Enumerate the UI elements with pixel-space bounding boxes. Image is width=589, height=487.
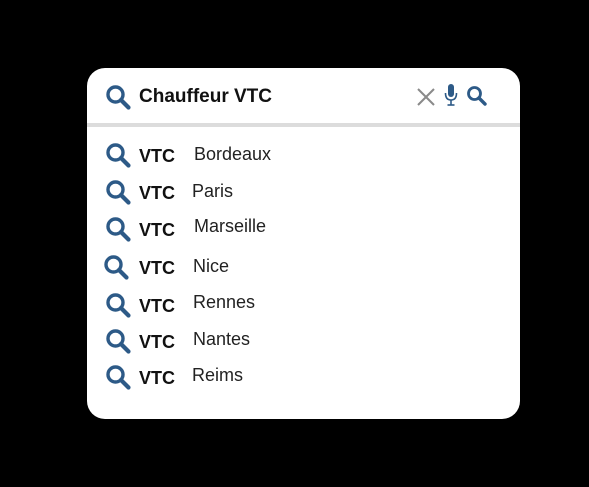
suggestion-prefix: VTC <box>139 296 175 316</box>
suggestion-label: Nice <box>193 256 230 276</box>
suggestion-item[interactable]: VTC Rennes <box>87 288 520 322</box>
suggestion-label: Reims <box>192 365 244 385</box>
suggestion-prefix: VTC <box>139 220 175 240</box>
suggestion-prefix: VTC <box>139 146 175 166</box>
suggestion-prefix: VTC <box>139 332 175 352</box>
search-icon <box>106 85 131 110</box>
suggestion-item[interactable]: VTC Reims <box>87 360 520 394</box>
suggestion-label: Bordeaux <box>194 144 272 164</box>
suggestion-prefix: VTC <box>139 368 175 388</box>
suggestion-label: Rennes <box>193 292 256 312</box>
search-submit-icon[interactable] <box>466 85 487 106</box>
microphone-icon[interactable] <box>444 83 458 107</box>
suggestion-label: Marseille <box>194 216 267 236</box>
suggestion-prefix: VTC <box>139 258 175 278</box>
search-icon <box>106 365 131 390</box>
suggestion-item[interactable]: VTC Bordeaux <box>87 138 520 172</box>
suggestion-item[interactable]: VTC Marseille <box>87 212 520 246</box>
search-autocomplete-card: Chauffeur VTC VTC Bordeaux VTC Paris VTC… <box>87 68 520 419</box>
search-icon <box>106 293 131 318</box>
search-input[interactable]: Chauffeur VTC <box>139 85 272 109</box>
suggestion-item[interactable]: VTC Nice <box>87 250 520 284</box>
suggestion-item[interactable]: VTC Paris <box>87 175 520 209</box>
search-icon <box>106 143 131 168</box>
suggestion-prefix: VTC <box>139 183 175 203</box>
search-icon <box>104 255 129 280</box>
suggestion-label: Paris <box>192 181 234 201</box>
suggestion-label: Nantes <box>193 329 251 349</box>
search-icon <box>106 180 131 205</box>
search-icon <box>106 329 131 354</box>
search-bar[interactable]: Chauffeur VTC <box>87 68 520 124</box>
close-icon[interactable] <box>416 87 436 107</box>
divider <box>87 123 520 127</box>
search-icon <box>106 217 131 242</box>
suggestion-item[interactable]: VTC Nantes <box>87 324 520 358</box>
